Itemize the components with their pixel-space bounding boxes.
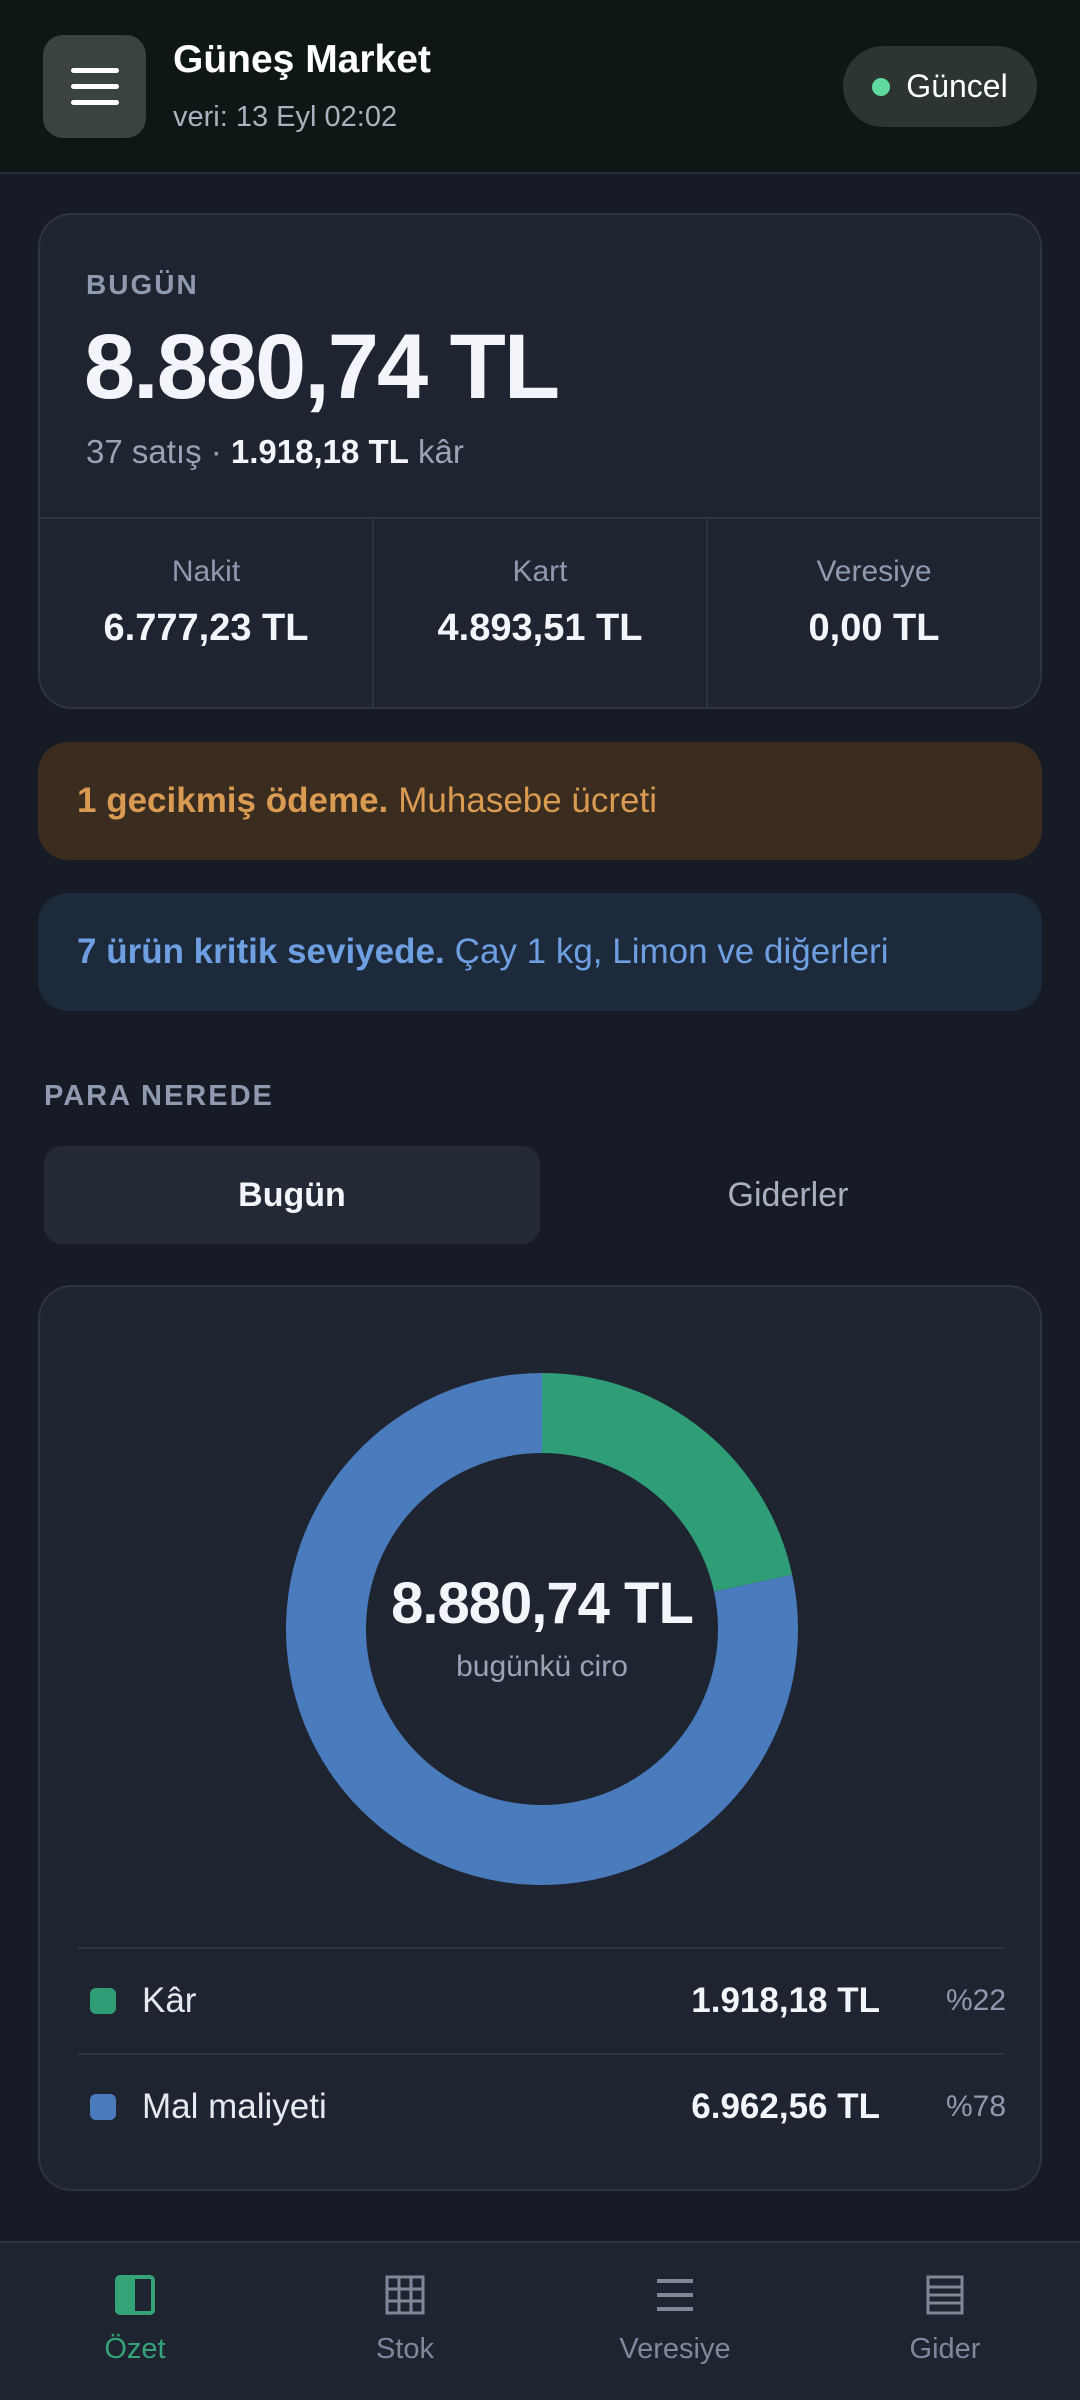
legend-name: Mal maliyeti [142, 2087, 327, 2126]
today-summary-card: BUGÜN 8.880,74 TL 37 satış · 1.918,18 TL… [38, 213, 1042, 709]
alert-text: Çay 1 kg, Limon ve diğerleri [454, 932, 889, 971]
tab-expenses[interactable]: Giderler [540, 1146, 1036, 1244]
nav-item-credit[interactable]: Veresiye [540, 2243, 810, 2400]
profit-amount: 1.918,18 TL [230, 433, 409, 470]
menu-button[interactable] [43, 35, 146, 138]
nav-item-stock[interactable]: Stok [270, 2243, 540, 2400]
split-cash: Nakit 6.777,23 TL [40, 519, 372, 709]
legend-swatch [90, 1988, 116, 2014]
revenue-breakdown-card: 8.880,74 TL bugünkü ciro Kâr 1.918,18 TL… [38, 1285, 1042, 2191]
hamburger-icon-line [70, 84, 119, 89]
split-value: 6.777,23 TL [103, 607, 309, 649]
donut-slice-0 [542, 1373, 793, 1592]
legend-percent: %78 [946, 2090, 1007, 2123]
legend-name: Kâr [142, 1981, 197, 2020]
status-badge[interactable]: Güncel [843, 46, 1037, 127]
alert-title: 1 gecikmiş ödeme. [77, 781, 389, 820]
split-label: Veresiye [816, 555, 932, 588]
split-value: 4.893,51 TL [437, 607, 643, 649]
today-label: BUGÜN [86, 269, 199, 300]
legend-value: 1.918,18 TL [691, 1981, 880, 2020]
overdue-payment-alert[interactable]: 1 gecikmiş ödeme. Muhasebe ücreti [38, 742, 1042, 860]
grid-icon [385, 2273, 425, 2317]
sales-count: 37 satış · [86, 433, 222, 470]
hamburger-icon-line [70, 68, 119, 73]
nav-label: Özet [104, 2333, 166, 2365]
nav-item-summary[interactable]: Özet [0, 2243, 270, 2400]
summary-icon [115, 2273, 155, 2317]
donut-center-value: 8.880,74 TL [391, 1571, 694, 1636]
split-label: Nakit [171, 555, 241, 588]
section-title: PARA NEREDE [44, 1080, 274, 1112]
today-total: 8.880,74 TL [84, 316, 560, 418]
chart-legend: Kâr 1.918,18 TL %22 Mal maliyeti 6.962,5… [78, 1947, 1007, 2159]
nav-label: Gider [909, 2333, 981, 2365]
status-dot-icon [872, 77, 891, 96]
payment-split: Nakit 6.777,23 TL Kart 4.893,51 TL Veres… [40, 517, 1040, 709]
list-icon [655, 2273, 695, 2317]
segmented-control: Bugün Giderler [44, 1146, 1036, 1244]
legend-value: 6.962,56 TL [691, 2087, 880, 2126]
nav-label: Stok [375, 2333, 435, 2365]
nav-label: Veresiye [619, 2333, 731, 2365]
alert-text: Muhasebe ücreti [398, 781, 658, 820]
bottom-nav: Özet Stok Veresiye Gider [0, 2241, 1080, 2400]
app-title: Güneş Market [173, 38, 431, 81]
legend-percent: %22 [946, 1984, 1007, 2017]
app-header: Güneş Market veri: 13 Eyl 02:02 Güncel [0, 0, 1080, 174]
profit-suffix: kâr [418, 433, 464, 470]
split-label: Kart [512, 555, 568, 588]
legend-row-cost: Mal maliyeti 6.962,56 TL %78 [78, 2053, 1007, 2159]
tab-today[interactable]: Bugün [44, 1146, 540, 1244]
legend-swatch [90, 2094, 116, 2120]
data-timestamp: veri: 13 Eyl 02:02 [173, 101, 398, 133]
alert-title: 7 ürün kritik seviyede. [77, 932, 445, 971]
legend-row-profit: Kâr 1.918,18 TL %22 [78, 1947, 1007, 2053]
split-card: Kart 4.893,51 TL [372, 519, 706, 709]
status-label: Güncel [906, 68, 1008, 104]
hamburger-icon-line [70, 100, 119, 105]
nav-item-expense[interactable]: Gider [810, 2243, 1080, 2400]
donut-center-caption: bugünkü ciro [456, 1650, 628, 1683]
donut-chart: 8.880,74 TL bugünkü ciro [40, 1287, 1044, 1927]
split-value: 0,00 TL [808, 607, 940, 649]
critical-stock-alert[interactable]: 7 ürün kritik seviyede. Çay 1 kg, Limon … [38, 893, 1042, 1011]
today-meta: 37 satış · 1.918,18 TL kâr [86, 433, 464, 471]
split-credit: Veresiye 0,00 TL [706, 519, 1040, 709]
ledger-icon [925, 2273, 965, 2317]
